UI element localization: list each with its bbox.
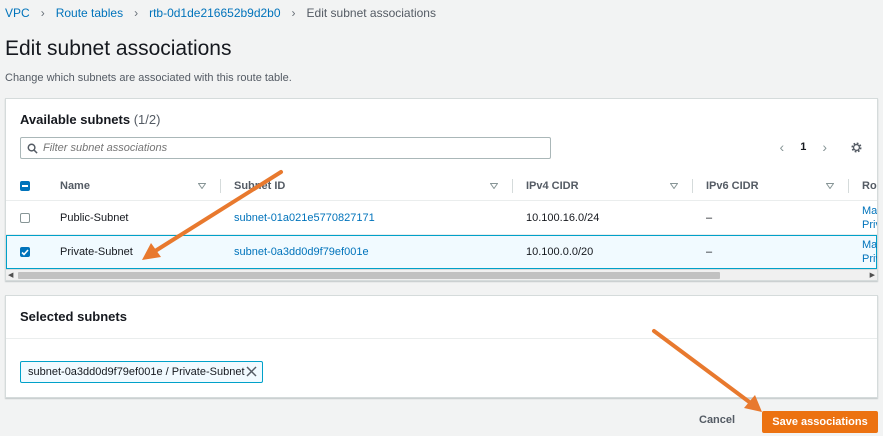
available-subnets-title: Available subnets [20, 112, 131, 127]
subnet-id-link[interactable]: subnet-01a021e5770827171 [234, 201, 375, 234]
route-link-main[interactable]: Mai [862, 238, 877, 252]
pagination: ‹ 1 › [780, 139, 827, 155]
available-subnets-panel: Available subnets (1/2) ‹ 1 › Name Subne… [5, 98, 878, 281]
filter-box[interactable] [20, 137, 551, 159]
column-header-ipv4-cidr[interactable]: IPv4 CIDR [526, 171, 579, 200]
column-divider[interactable] [220, 179, 221, 193]
chevron-left-icon[interactable]: ‹ [780, 139, 785, 155]
chevron-right-icon: › [291, 6, 296, 20]
cancel-button[interactable]: Cancel [699, 414, 735, 426]
ipv6-cidr: – [706, 211, 713, 224]
column-header-name[interactable]: Name [60, 171, 90, 200]
token-label: subnet-0a3dd0d9f79ef001e / Private-Subne… [28, 366, 245, 378]
column-divider[interactable] [692, 179, 693, 193]
breadcrumb: VPC › Route tables › rtb-0d1de216652b9d2… [5, 6, 436, 20]
page-description: Change which subnets are associated with… [5, 72, 292, 84]
page-title: Edit subnet associations [5, 37, 232, 60]
selected-subnets-panel: Selected subnets subnet-0a3dd0d9f79ef001… [5, 295, 878, 398]
row-checkbox[interactable] [20, 201, 30, 234]
route-table-cell: Mai Priv [862, 236, 877, 268]
scroll-right-icon[interactable]: ▶ [870, 271, 875, 279]
chevron-right-icon[interactable]: › [822, 139, 827, 155]
subnet-id-link[interactable]: subnet-0a3dd0d9f79ef001e [234, 236, 369, 268]
route-link-private[interactable]: Priv [862, 252, 877, 266]
sort-icon[interactable] [826, 171, 834, 200]
table-header: Name Subnet ID IPv4 CIDR IPv6 CIDR Rou [6, 171, 877, 201]
indeterminate-icon [20, 180, 30, 191]
divider [6, 338, 877, 339]
checkbox-unchecked [20, 212, 30, 223]
available-subnets-heading: Available subnets (1/2) [20, 112, 160, 127]
chevron-right-icon: › [40, 6, 45, 20]
ipv4-cidr: 10.100.0.0/20 [526, 246, 594, 258]
close-icon[interactable] [246, 366, 257, 380]
chevron-right-icon: › [134, 6, 139, 20]
horizontal-scrollbar[interactable]: ◀ ▶ [6, 269, 877, 280]
ipv4-cidr: 10.100.16.0/24 [526, 211, 600, 224]
save-associations-button[interactable]: Save associations [762, 411, 878, 433]
breadcrumb-route-table-id[interactable]: rtb-0d1de216652b9d2b0 [149, 6, 280, 20]
column-divider[interactable] [512, 179, 513, 193]
column-divider[interactable] [848, 179, 849, 193]
selection-count: (1/2) [133, 112, 161, 127]
table-row-selected[interactable]: Private-Subnet subnet-0a3dd0d9f79ef001e … [6, 235, 877, 269]
selected-subnet-token: subnet-0a3dd0d9f79ef001e / Private-Subne… [20, 361, 263, 383]
selected-subnets-title: Selected subnets [20, 309, 127, 324]
sort-icon[interactable] [198, 171, 206, 200]
row-checkbox[interactable] [20, 236, 30, 268]
route-table-cell: Mai Priv [862, 201, 877, 234]
column-header-subnet-id[interactable]: Subnet ID [234, 171, 285, 200]
route-link-private[interactable]: Priv [862, 218, 877, 232]
route-link-main[interactable]: Mai [862, 204, 877, 218]
scrollbar-thumb[interactable] [18, 272, 720, 279]
select-all-checkbox[interactable] [20, 171, 30, 200]
sort-icon[interactable] [490, 171, 498, 200]
column-header-route[interactable]: Rou [862, 171, 877, 200]
search-icon [21, 143, 43, 154]
page-number[interactable]: 1 [800, 141, 806, 153]
table-row[interactable]: Public-Subnet subnet-01a021e5770827171 1… [6, 201, 877, 235]
subnet-name: Public-Subnet [60, 211, 129, 224]
subnets-table: Name Subnet ID IPv4 CIDR IPv6 CIDR Rou P… [6, 171, 877, 269]
sort-icon[interactable] [670, 171, 678, 200]
gear-icon[interactable] [850, 141, 863, 159]
ipv6-cidr: – [706, 246, 713, 258]
breadcrumb-route-tables[interactable]: Route tables [56, 6, 123, 20]
breadcrumb-current: Edit subnet associations [306, 6, 436, 20]
column-header-ipv6-cidr[interactable]: IPv6 CIDR [706, 171, 759, 200]
subnet-name: Private-Subnet [60, 246, 133, 258]
filter-subnet-input[interactable] [43, 142, 550, 154]
breadcrumb-vpc[interactable]: VPC [5, 6, 30, 20]
check-icon [20, 247, 30, 257]
scroll-left-icon[interactable]: ◀ [8, 271, 13, 279]
